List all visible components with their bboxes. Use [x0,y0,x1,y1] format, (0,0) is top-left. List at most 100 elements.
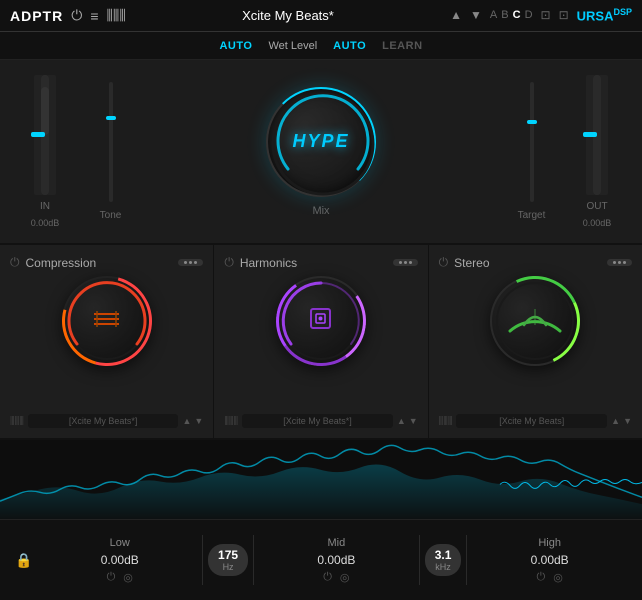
comp-nav: ▲ ▼ [182,416,203,426]
mid-label: Mid [328,537,346,549]
compression-menu[interactable] [178,259,203,266]
stereo-bottom: ⫼⫼⫼ [Xcite My Beats] ▲ ▼ [439,414,632,428]
eq-divider-4 [466,535,467,585]
comp-preset: [Xcite My Beats*] [28,414,179,428]
copy-icon-2[interactable]: ⊡ [559,8,569,22]
harmonics-knob[interactable] [276,276,366,366]
plugin-name: Xcite My Beats* [134,8,442,23]
power-icon[interactable]: ⏻ [71,7,82,24]
copy-icon-1[interactable]: ⊡ [541,8,551,22]
preset-a[interactable]: A [490,9,497,21]
low-controls: ⏻ ◎ [107,571,133,584]
comp-nav-up[interactable]: ▲ [182,416,191,426]
comp-nav-down[interactable]: ▼ [194,416,203,426]
target-slider[interactable] [530,82,534,202]
stereo-waveform-icon: ⫼⫼⫼ [439,416,453,427]
freq-pill-low[interactable]: 175 Hz [208,544,248,576]
low-value[interactable]: 0.00dB [101,553,139,567]
target-slider-group: Target [504,82,559,221]
compression-bottom: ⫼⫼⫼ [Xcite My Beats*] ▲ ▼ [10,414,203,428]
harmonics-title: Harmonics [240,256,387,270]
stereo-title: Stereo [454,256,601,270]
stereo-power[interactable]: ⏻ [439,255,449,270]
learn-button[interactable]: LEARN [382,40,422,52]
wet-level-label: Wet Level [268,40,317,52]
freq-pill-high[interactable]: 3.1 kHz [425,544,462,576]
tone-label: Tone [100,210,122,221]
out-slider[interactable] [586,75,608,195]
high-value[interactable]: 0.00dB [531,553,569,567]
stereo-nav: ▲ ▼ [611,416,632,426]
harmonics-power[interactable]: ⏻ [224,255,234,270]
harmonics-bottom: ⫼⫼⫼ [Xcite My Beats*] ▲ ▼ [224,414,417,428]
high-label: High [538,537,561,549]
wet-bar: AUTO Wet Level AUTO LEARN [0,32,642,60]
arrow-down-icon[interactable]: ▼ [470,8,482,22]
in-slider[interactable] [34,75,56,195]
compression-header: ⏻ Compression [10,255,203,270]
compression-module: ⏻ Compression ⫼⫼⫼ [X [0,245,214,438]
mid-controls: ⏻ ◎ [323,571,349,584]
stereo-knob[interactable] [490,276,580,366]
out-value: 0.00dB [583,218,612,228]
in-slider-group: IN 0.00dB [15,75,75,228]
target-label: Target [518,210,546,221]
harmonics-menu[interactable] [393,259,418,266]
hype-knob[interactable]: HYPE [266,87,376,197]
eq-lock-icon[interactable]: 🔒 [15,552,32,569]
preset-c[interactable]: C [513,9,521,21]
ursa-logo: URSADSP [577,7,632,23]
hype-text: HYPE [292,131,349,152]
stereo-icon [516,303,554,339]
freq-low-value: 175 [218,548,238,562]
top-bar: ADPTR ⏻ ≡ ⫼⫼⫼ Xcite My Beats* ▲ ▼ A B C … [0,0,642,32]
eq-bar: 🔒 Low 0.00dB ⏻ ◎ 175 Hz Mid 0.00dB ⏻ ◎ 3… [0,520,642,600]
low-band: Low 0.00dB ⏻ ◎ [42,537,197,584]
out-label: OUT [586,201,607,212]
out-slider-group: OUT 0.00dB [567,75,627,228]
stereo-module: ⏻ Stereo ⫼⫼⫼ [Xcite My Beats] ▲ [429,245,642,438]
spectrum-svg [0,440,642,519]
compression-knob[interactable] [62,276,152,366]
harm-waveform-icon: ⫼⫼⫼ [224,416,238,427]
low-headphone-icon[interactable]: ◎ [123,571,133,584]
arrow-up-icon[interactable]: ▲ [450,8,462,22]
tone-slider[interactable] [109,82,113,202]
freq-low-unit: Hz [218,562,238,572]
harm-nav-down[interactable]: ▼ [409,416,418,426]
compression-title: Compression [26,256,173,270]
harmonics-header: ⏻ Harmonics [224,255,417,270]
high-band: High 0.00dB ⏻ ◎ [472,537,627,584]
mid-band: Mid 0.00dB ⏻ ◎ [259,537,414,584]
harm-preset: [Xcite My Beats*] [242,414,393,428]
stereo-nav-down[interactable]: ▼ [623,416,632,426]
in-label: IN [40,201,50,212]
mid-value[interactable]: 0.00dB [317,553,355,567]
bars-icon[interactable]: ⫼⫼⫼ [106,7,125,24]
high-power-icon[interactable]: ⏻ [537,571,546,584]
compression-icon [89,306,124,337]
preset-b[interactable]: B [501,9,508,21]
comp-waveform-icon: ⫼⫼⫼ [10,416,24,427]
eq-divider-2 [253,535,254,585]
auto-right[interactable]: AUTO [333,40,366,52]
compression-power[interactable]: ⏻ [10,255,20,270]
mix-label: Mix [312,205,329,217]
harmonics-icon [303,301,338,341]
harmonics-module: ⏻ Harmonics ⫼⫼⫼ [Xcite My Beats*] [214,245,428,438]
harm-nav-up[interactable]: ▲ [397,416,406,426]
harm-nav: ▲ ▼ [397,416,418,426]
adptr-logo: ADPTR [10,8,63,24]
low-power-icon[interactable]: ⏻ [107,571,116,584]
auto-left[interactable]: AUTO [219,40,252,52]
top-right: ▲ ▼ A B C D ⊡ ⊡ URSADSP [450,7,632,23]
mid-power-icon[interactable]: ⏻ [323,571,332,584]
preset-nav: A B C D [490,9,533,21]
stereo-menu[interactable] [607,259,632,266]
menu-icon[interactable]: ≡ [90,8,98,24]
in-value: 0.00dB [31,218,60,228]
mid-headphone-icon[interactable]: ◎ [340,571,350,584]
stereo-nav-up[interactable]: ▲ [611,416,620,426]
preset-d[interactable]: D [525,9,533,21]
high-headphone-icon[interactable]: ◎ [553,571,563,584]
